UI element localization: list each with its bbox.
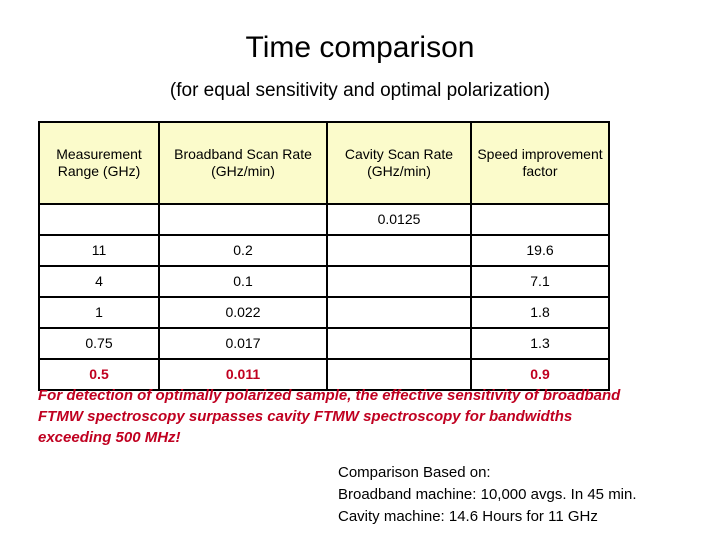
- cell-cavity-scan-rate: [326, 265, 472, 298]
- cell-cavity-scan-rate: [326, 327, 472, 360]
- cell-measurement-range: 11: [38, 234, 160, 267]
- slide-canvas: Time comparison (for equal sensitivity a…: [0, 0, 720, 540]
- page-subtitle: (for equal sensitivity and optimal polar…: [169, 80, 551, 101]
- table-header: Measurement Range (GHz) Broadband Scan R…: [38, 121, 610, 205]
- cell-measurement-range: [38, 203, 160, 236]
- table-body: 0.0125 11 0.2 19.6 4 0.1 7.1 1 0.022 1.8…: [38, 203, 610, 391]
- conclusion-note-line-1: For detection of optimally polarized sam…: [38, 387, 621, 404]
- conclusion-note-line-2: FTMW spectroscopy surpasses cavity FTMW …: [38, 408, 573, 425]
- cell-measurement-range: 1: [38, 296, 160, 329]
- column-header-speed-improvement-factor: Speed improvement factor: [470, 121, 610, 205]
- cell-cavity-scan-rate: [326, 234, 472, 267]
- conclusion-note: For detection of optimally polarized sam…: [38, 385, 698, 448]
- cell-speed-improvement-factor: 1.3: [470, 327, 610, 360]
- cell-broadband-scan-rate: [158, 203, 328, 236]
- cell-speed-improvement-factor: 7.1: [470, 265, 610, 298]
- table-row: 0.75 0.017 1.3: [38, 327, 610, 360]
- page-title: Time comparison: [245, 31, 475, 64]
- cell-broadband-scan-rate: 0.022: [158, 296, 328, 329]
- table-header-row: Measurement Range (GHz) Broadband Scan R…: [38, 121, 610, 205]
- table-row: 4 0.1 7.1: [38, 265, 610, 298]
- table-row: 0.0125: [38, 203, 610, 236]
- cell-broadband-scan-rate: 0.2: [158, 234, 328, 267]
- cell-cavity-scan-rate: [326, 296, 472, 329]
- conclusion-note-line-3: exceeding 500 MHz!: [38, 429, 181, 446]
- cell-cavity-scan-rate: 0.0125: [326, 203, 472, 236]
- comparison-table: Measurement Range (GHz) Broadband Scan R…: [38, 121, 610, 391]
- table-row: 11 0.2 19.6: [38, 234, 610, 267]
- cell-speed-improvement-factor: 1.8: [470, 296, 610, 329]
- column-header-measurement-range: Measurement Range (GHz): [38, 121, 160, 205]
- table-row: 1 0.022 1.8: [38, 296, 610, 329]
- cell-speed-improvement-factor: [470, 203, 610, 236]
- comparison-table-container: Measurement Range (GHz) Broadband Scan R…: [38, 121, 610, 391]
- comparison-basis-line-1: Comparison Based on:: [338, 464, 491, 481]
- column-header-broadband-scan-rate: Broadband Scan Rate (GHz/min): [158, 121, 328, 205]
- column-header-cavity-scan-rate: Cavity Scan Rate (GHz/min): [326, 121, 472, 205]
- comparison-basis-line-3: Cavity machine: 14.6 Hours for 11 GHz: [338, 508, 598, 525]
- cell-measurement-range: 4: [38, 265, 160, 298]
- cell-broadband-scan-rate: 0.1: [158, 265, 328, 298]
- cell-speed-improvement-factor: 19.6: [470, 234, 610, 267]
- cell-broadband-scan-rate: 0.017: [158, 327, 328, 360]
- comparison-basis-line-2: Broadband machine: 10,000 avgs. In 45 mi…: [338, 486, 637, 503]
- cell-measurement-range: 0.75: [38, 327, 160, 360]
- comparison-basis-note: Comparison Based on: Broadband machine: …: [338, 462, 710, 528]
